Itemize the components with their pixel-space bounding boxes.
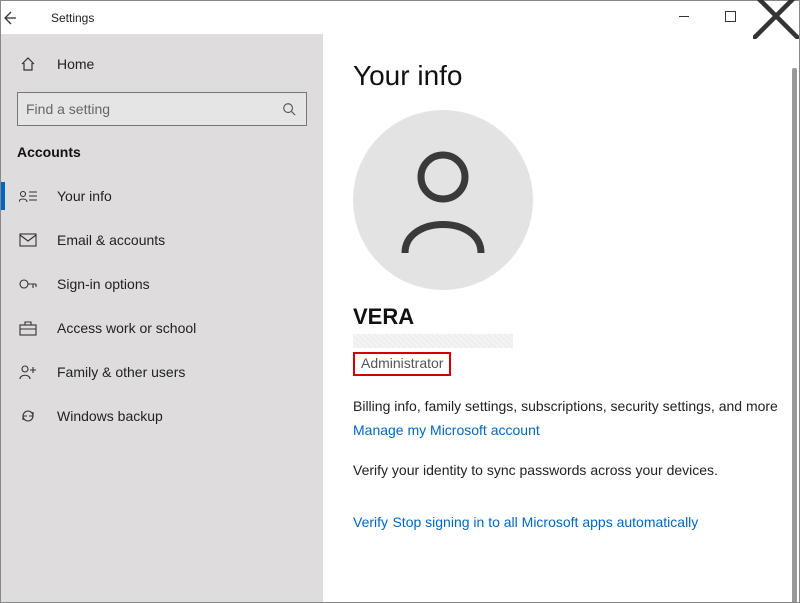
stop-signing-link[interactable]: Stop signing in to all Microsoft apps au… [392, 514, 698, 530]
verify-link[interactable]: Verify [353, 514, 388, 530]
people-icon [17, 364, 39, 380]
scrollbar[interactable] [792, 68, 797, 602]
sync-icon [17, 408, 39, 424]
sidebar-item-email-accounts[interactable]: Email & accounts [1, 218, 323, 262]
avatar [353, 110, 533, 290]
sidebar-item-label: Email & accounts [57, 232, 165, 248]
sidebar-item-your-info[interactable]: Your info [1, 174, 323, 218]
manage-account-link[interactable]: Manage my Microsoft account [353, 422, 540, 438]
page-title: Your info [353, 60, 779, 92]
person-card-icon [17, 188, 39, 204]
search-input[interactable] [26, 101, 282, 117]
minimize-button[interactable] [661, 1, 707, 31]
sidebar-home-label: Home [57, 56, 94, 72]
sidebar-item-family-users[interactable]: Family & other users [1, 350, 323, 394]
sidebar-item-label: Your info [57, 188, 112, 204]
mail-icon [17, 233, 39, 247]
verify-identity-text: Verify your identity to sync passwords a… [353, 462, 779, 478]
back-button[interactable] [1, 10, 47, 26]
window-title: Settings [47, 11, 94, 25]
user-name: VERA [353, 304, 779, 330]
role-highlight-box: Administrator [353, 352, 451, 376]
maximize-button[interactable] [707, 1, 753, 31]
search-icon [282, 102, 298, 116]
sidebar-item-windows-backup[interactable]: Windows backup [1, 394, 323, 438]
arrow-left-icon [1, 10, 17, 26]
sidebar-item-label: Family & other users [57, 364, 185, 380]
sidebar-item-label: Access work or school [57, 320, 196, 336]
user-role: Administrator [361, 355, 443, 371]
close-button[interactable] [753, 1, 799, 31]
sidebar: Home Accounts Your info Email & accounts [1, 34, 323, 602]
titlebar: Settings [1, 1, 799, 34]
search-box[interactable] [17, 92, 307, 126]
sidebar-item-signin-options[interactable]: Sign-in options [1, 262, 323, 306]
sidebar-home[interactable]: Home [1, 44, 323, 84]
key-icon [17, 276, 39, 292]
person-icon [393, 145, 493, 255]
user-email-redacted [353, 334, 513, 348]
sidebar-item-access-work-school[interactable]: Access work or school [1, 306, 323, 350]
briefcase-icon [17, 320, 39, 336]
billing-info-text: Billing info, family settings, subscript… [353, 398, 779, 414]
sidebar-item-label: Windows backup [57, 408, 163, 424]
home-icon [17, 56, 39, 72]
sidebar-item-label: Sign-in options [57, 276, 150, 292]
window-controls [661, 1, 799, 31]
sidebar-category: Accounts [1, 140, 323, 174]
content-panel: Your info VERA Administrator Billing inf… [323, 34, 799, 602]
